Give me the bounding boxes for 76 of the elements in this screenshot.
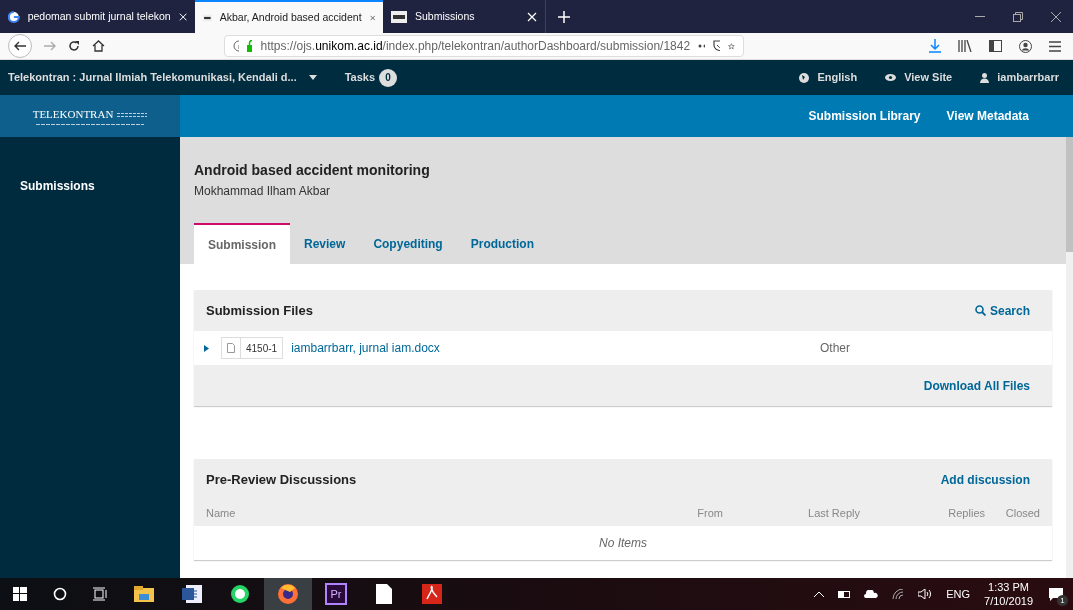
file-id: 4150-1 — [245, 341, 279, 356]
stage-tab[interactable]: Review — [290, 223, 360, 264]
column-header: Name — [206, 505, 237, 521]
home-icon[interactable] — [92, 40, 105, 52]
globe-icon — [799, 72, 810, 83]
clock-time: 1:33 PM — [988, 580, 1029, 594]
language-indicator[interactable]: ENG — [946, 585, 971, 603]
lock-icon — [247, 40, 253, 52]
header-link[interactable]: Submission Library — [808, 107, 921, 125]
file-link[interactable]: iambarrbarr, jurnal iam.docx — [291, 339, 440, 357]
stage-tab[interactable]: Submission — [194, 223, 290, 264]
submission-title: Android based accident monitoring — [194, 161, 431, 180]
user-link[interactable]: iambarrbarr — [980, 69, 1059, 86]
google-icon — [8, 9, 20, 24]
submission-author: Mokhammad Ilham Akbar — [194, 183, 332, 200]
browser-tab[interactable]: Submissions — [383, 0, 545, 33]
sidebar-item[interactable]: Submissions — [20, 177, 180, 195]
library-icon[interactable] — [958, 40, 972, 52]
language-link[interactable]: English — [799, 69, 858, 86]
caret-icon — [308, 75, 317, 80]
back-arrow-icon — [14, 41, 26, 51]
scrollbar[interactable] — [1066, 137, 1073, 578]
tasks-link[interactable]: Tasks 0 — [344, 68, 398, 87]
browser-tab[interactable]: pedoman submit jurnal telekon — [0, 0, 195, 33]
file-genre: Other — [820, 340, 851, 357]
sidebar-icon[interactable] — [989, 40, 1002, 52]
document-icon — [227, 343, 235, 353]
clock-date: 7/10/2019 — [984, 594, 1033, 608]
add-discussion-link[interactable]: Add discussion — [940, 470, 1030, 489]
column-header: Replies — [947, 505, 985, 521]
menu-icon[interactable] — [1049, 40, 1061, 52]
close-icon[interactable] — [1051, 11, 1061, 22]
tab-title: Submissions — [415, 8, 476, 24]
panel-title: Pre-Review Discussions — [206, 470, 357, 489]
tasks-count: 0 — [379, 68, 398, 87]
wifi-icon[interactable] — [892, 589, 905, 599]
notification-count: 1 — [1057, 595, 1068, 606]
battery-icon — [838, 590, 851, 598]
context-switcher[interactable]: Telekontran : Jurnal Ilmiah Telekomunikasi, Kendali d... — [8, 69, 317, 86]
reload-icon[interactable] — [68, 40, 80, 52]
url-text: https://ojs.unikom.ac.id/index.php/telekontran/authorDashboard/submission/1842 — [260, 38, 691, 55]
message-icon — [1049, 587, 1063, 601]
speaker-icon[interactable] — [918, 589, 933, 599]
view-site-link[interactable]: View Site — [885, 69, 953, 86]
page-icon — [391, 10, 407, 23]
logo-title: TELEKONTRAN — [32, 107, 114, 123]
column-header: From — [696, 505, 723, 521]
column-header: Closed — [1004, 505, 1040, 521]
panel-title: Submission Files — [206, 301, 313, 320]
search-link[interactable]: Search — [974, 301, 1030, 320]
tab-title: Akbar, Android based accident — [219, 9, 362, 25]
stage-tab[interactable]: Production — [456, 223, 549, 264]
download-icon[interactable] — [929, 39, 941, 53]
minimize-icon[interactable] — [975, 15, 985, 18]
tab-title: pedoman submit jurnal telekon — [27, 8, 171, 24]
empty-message: No Items — [599, 535, 647, 552]
user-icon — [980, 72, 990, 83]
browser-tab[interactable]: Akbar, Android based accident — [195, 0, 383, 33]
logo-fine-print-drawing — [117, 111, 148, 118]
account-icon[interactable] — [1019, 39, 1032, 53]
column-header: Last Reply — [807, 505, 860, 521]
back-button[interactable] — [8, 34, 32, 58]
clock[interactable]: 1:33 PM 7/10/2019 — [984, 580, 1033, 608]
address-bar[interactable]: https://ojs.unikom.ac.id/index.php/telekontran/authorDashboard/submission/1842 — [224, 35, 744, 57]
notification-button[interactable]: 1 — [1047, 585, 1065, 603]
browser-icon[interactable] — [264, 578, 312, 610]
search-icon — [974, 305, 986, 316]
header-link[interactable]: View Metadata — [946, 107, 1029, 125]
cloud-icon[interactable] — [864, 590, 879, 598]
chevron-up-icon[interactable] — [814, 591, 825, 597]
stage-tab[interactable]: Copyediting — [359, 223, 457, 264]
expand-icon[interactable] — [204, 344, 209, 352]
new-tab-icon[interactable] — [558, 10, 570, 23]
eye-icon — [885, 74, 897, 81]
restore-icon[interactable] — [1013, 11, 1023, 22]
download-all-link[interactable]: Download All Files — [923, 376, 1030, 395]
